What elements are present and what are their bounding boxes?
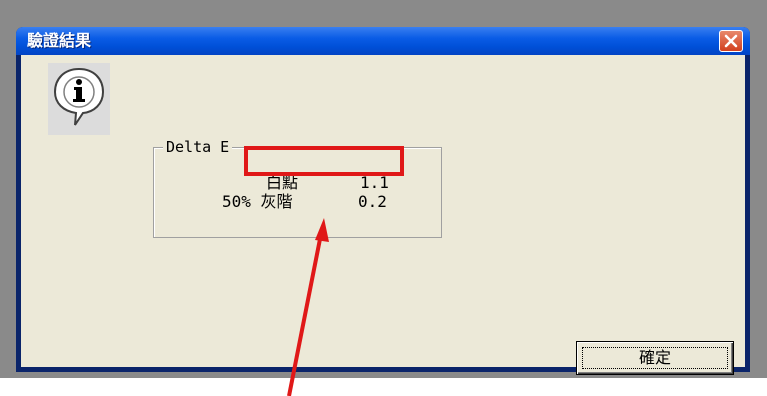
annotation-arrow xyxy=(287,218,329,396)
